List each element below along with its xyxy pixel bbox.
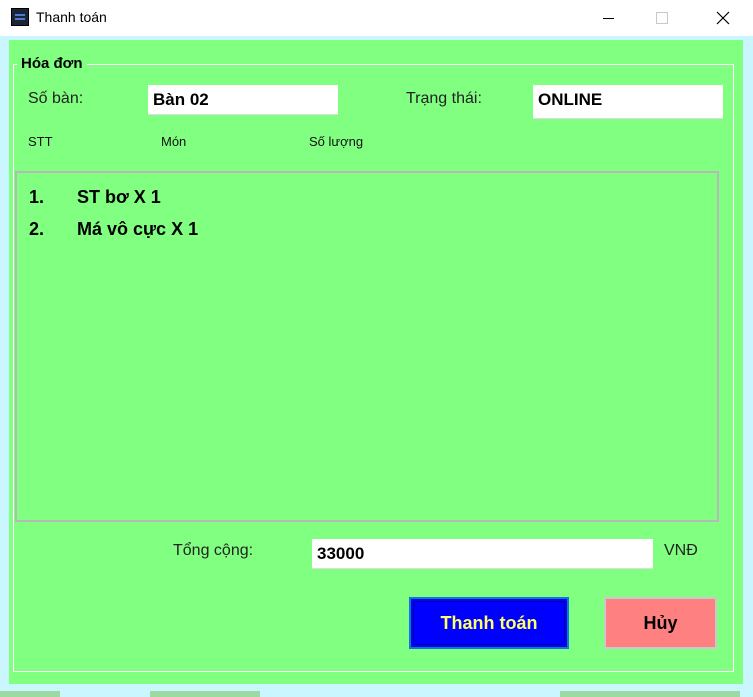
table-label: Số bàn: [28, 90, 84, 107]
title-bar: Thanh toán [0, 0, 753, 36]
list-item-text: ST bơ X 1 [77, 187, 161, 207]
pay-button[interactable]: Thanh toán [409, 597, 569, 649]
close-button[interactable] [700, 0, 746, 36]
table-field[interactable]: Bàn 02 [148, 85, 338, 115]
cancel-button[interactable]: Hủy [604, 597, 717, 649]
background-window-fragment [150, 691, 260, 697]
window-title: Thanh toán [36, 9, 107, 25]
status-label: Trạng thái: [406, 90, 482, 107]
app-icon [11, 8, 29, 26]
background-window-fragment [0, 691, 60, 697]
invoice-group-title: Hóa đơn [17, 55, 87, 72]
column-header-so-luong: Số lượng [309, 134, 364, 149]
column-header-mon: Món [161, 134, 187, 149]
background-window-strip [0, 684, 753, 697]
total-field[interactable]: 33000 [312, 539, 653, 569]
maximize-icon [656, 12, 668, 24]
close-icon [716, 11, 730, 25]
maximize-button[interactable] [639, 0, 685, 36]
list-item-number: 1. [29, 187, 45, 207]
list-item-number: 2. [29, 219, 45, 239]
status-field[interactable]: ONLINE [533, 85, 723, 119]
invoice-form: Hóa đơn Số bàn: Bàn 02 Trạng thái: ONLIN… [9, 40, 743, 684]
currency-label: VNĐ [664, 542, 698, 559]
order-list[interactable]: 1. ST bơ X 1 2. Má vô cực X 1 [15, 171, 719, 522]
list-item-text: Má vô cực X 1 [77, 219, 199, 239]
total-label: Tổng cộng: [173, 542, 254, 559]
minimize-button[interactable] [585, 0, 631, 36]
minimize-icon [602, 17, 614, 19]
column-header-stt: STT [28, 134, 53, 149]
background-window-fragment [560, 691, 740, 697]
